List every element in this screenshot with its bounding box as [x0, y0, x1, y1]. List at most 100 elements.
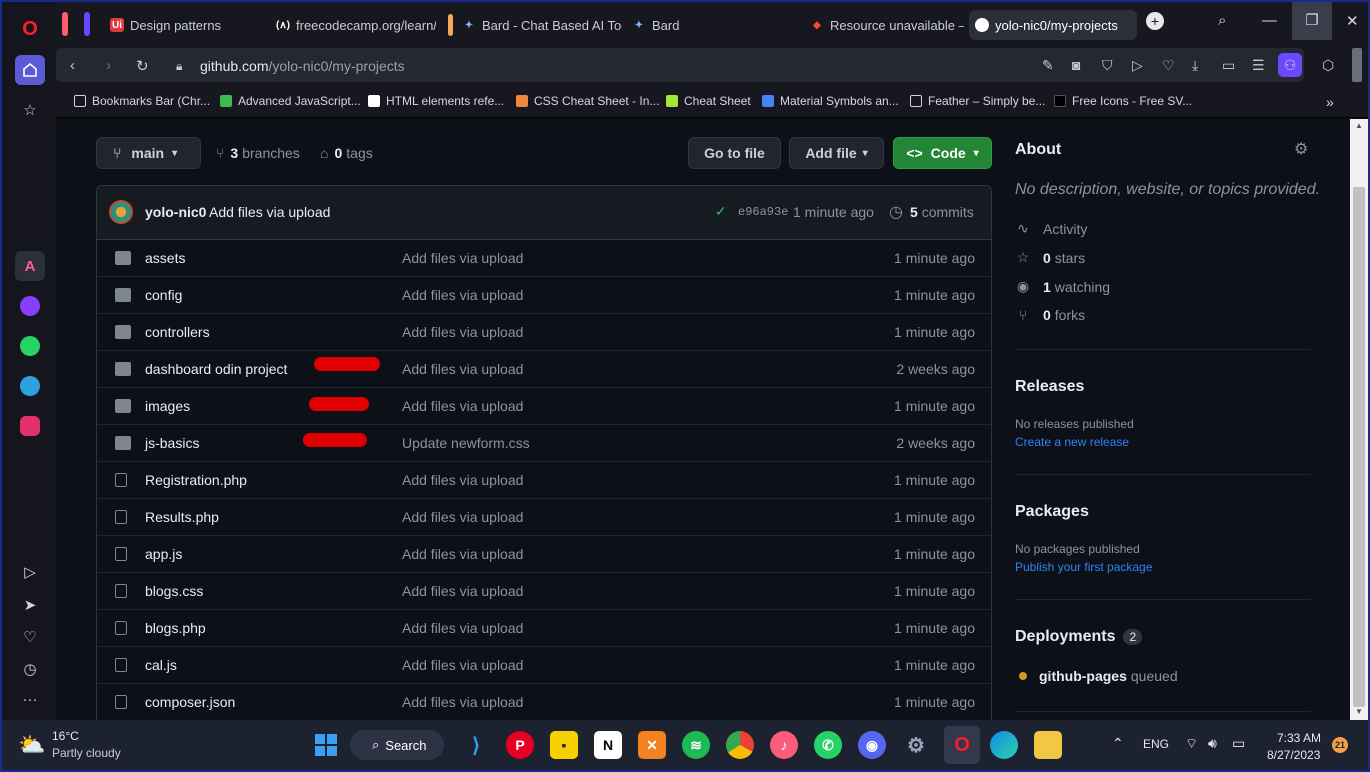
vscode-icon[interactable]: ⟩ [462, 731, 490, 759]
branch-select-button[interactable]: ⑂ main ▾ [96, 137, 201, 169]
avatar[interactable] [109, 200, 133, 224]
file-name-link[interactable]: dashboard odin project [145, 361, 287, 377]
back-icon[interactable]: ‹ [70, 57, 75, 74]
commit-message-link[interactable]: Add files via upload [402, 361, 523, 377]
table-row[interactable]: config Add files via upload 1 minute ago [97, 277, 991, 314]
branches-link[interactable]: ⑂ 3 branches [216, 145, 300, 161]
table-row[interactable]: controllers Add files via upload 1 minute … [97, 314, 991, 351]
chrome-icon[interactable] [726, 731, 754, 759]
volume-icon[interactable]: 🔊︎ [1208, 735, 1217, 752]
minimize-icon[interactable]: — [1262, 12, 1277, 29]
aria-ai-icon[interactable]: A [15, 251, 45, 281]
more-icon[interactable]: ··· [15, 684, 45, 714]
bookmark-material-symbols[interactable]: Material Symbols an... [762, 94, 899, 108]
heart-icon[interactable]: ♡ [15, 622, 45, 652]
messenger-icon[interactable] [15, 291, 45, 321]
page-scrollbar[interactable]: ▲ ▼ [1350, 119, 1368, 720]
whatsapp-icon[interactable]: ✆ [814, 731, 842, 759]
heart-icon[interactable]: ♡ [1162, 57, 1175, 74]
commit-message-link[interactable]: Add files via upload [402, 324, 523, 340]
send-icon[interactable]: ➤ [15, 590, 45, 620]
file-name-link[interactable]: js-basics [145, 435, 199, 451]
activity-link[interactable]: ∿ Activity [1015, 220, 1087, 237]
file-explorer-icon[interactable] [1034, 731, 1062, 759]
commits-link[interactable]: 5 commits [910, 204, 974, 220]
commit-message-link[interactable]: Add files via upload [402, 546, 523, 562]
new-tab-button[interactable]: + [1146, 12, 1164, 30]
sidebar-toggle[interactable] [1352, 48, 1362, 82]
close-icon[interactable]: ✕ [1346, 12, 1359, 30]
notification-badge[interactable]: 21 [1332, 737, 1348, 753]
wifi-icon[interactable]: ⌔ [1185, 735, 1198, 753]
profile-icon[interactable]: ⚇ [1278, 53, 1302, 77]
weather-text[interactable]: Partly cloudy [52, 746, 121, 760]
restore-icon[interactable]: ❐ [1292, 2, 1332, 40]
bookmark-html-elements[interactable]: HTML elements refe... [368, 94, 504, 108]
code-button[interactable]: <> Code ▾ [893, 137, 992, 169]
file-name-link[interactable]: images [145, 398, 190, 414]
shield-icon[interactable]: ⛉ [1102, 57, 1113, 74]
table-row[interactable]: cal.js Add files via upload 1 minute ago [97, 647, 991, 684]
commit-message-link[interactable]: Add files via upload [402, 657, 523, 673]
file-name-link[interactable]: controllers [145, 324, 210, 340]
telegram-icon[interactable] [15, 371, 45, 401]
pinterest-icon[interactable]: P [506, 731, 534, 759]
edge-icon[interactable] [990, 731, 1018, 759]
commit-message-link[interactable]: Add files via upload [402, 472, 523, 488]
extensions-icon[interactable]: ⬡ [1322, 57, 1334, 74]
file-name-link[interactable]: Registration.php [145, 472, 247, 488]
workspace-2-icon[interactable] [84, 12, 90, 36]
windows-start-icon[interactable] [312, 731, 340, 759]
table-row[interactable]: images Add files via upload 1 minute ago [97, 388, 991, 425]
forward-icon[interactable]: › [106, 57, 111, 74]
opera-taskbar-icon[interactable]: O [944, 726, 980, 764]
table-row[interactable]: dashboard odin project Add files via uplo… [97, 351, 991, 388]
reload-icon[interactable]: ↻ [136, 57, 149, 75]
sticky-notes-icon[interactable]: ▪ [550, 731, 578, 759]
bookmark-folder[interactable]: Bookmarks Bar (Chr... [74, 94, 210, 108]
packages-title[interactable]: Packages [1015, 503, 1089, 521]
gear-icon[interactable]: ⚙ [1294, 139, 1308, 159]
workspace-1-icon[interactable] [62, 12, 68, 36]
temperature[interactable]: 16°C [52, 729, 79, 743]
file-name-link[interactable]: composer.json [145, 694, 235, 710]
table-row[interactable]: blogs.css Add files via upload 1 minute ag… [97, 573, 991, 610]
tags-link[interactable]: ⌂ 0 tags [320, 145, 373, 161]
commit-message-link[interactable]: Add files via upload [402, 694, 523, 710]
commit-message[interactable]: Add files via upload [209, 204, 330, 220]
table-row[interactable]: Registration.php Add files via upload 1 mi… [97, 462, 991, 499]
watchers-link[interactable]: ◉ 1 watching [1015, 278, 1110, 295]
add-file-button[interactable]: Add file ▾ [789, 137, 884, 169]
taskbar-search[interactable]: ⌕ Search [350, 730, 444, 760]
deployment-item[interactable]: github-pages queued [1019, 668, 1178, 684]
battery-icon[interactable]: ▭ [1232, 735, 1245, 752]
opera-logo-icon[interactable]: O [15, 14, 45, 44]
file-name-link[interactable]: app.js [145, 546, 182, 562]
forks-link[interactable]: ⑂ 0 forks [1015, 307, 1085, 323]
publish-package-link[interactable]: Publish your first package [1015, 560, 1152, 574]
clock-time[interactable]: 7:33 AM [1277, 731, 1321, 745]
home-icon[interactable] [15, 55, 45, 85]
url-text[interactable]: github.com/yolo-nic0/my-projects [200, 58, 405, 74]
xampp-icon[interactable]: ✕ [638, 731, 666, 759]
deployments-header[interactable]: Deployments 2 [1015, 628, 1143, 646]
download-icon[interactable]: ⤓ [1192, 57, 1198, 74]
commit-message-link[interactable]: Add files via upload [402, 398, 523, 414]
bookmark-cheat-sheet[interactable]: Cheat Sheet [666, 94, 751, 108]
table-row[interactable]: composer.json Add files via upload 1 minut… [97, 684, 991, 720]
camera-icon[interactable]: ◙ [1072, 57, 1080, 73]
table-row[interactable]: assets Add files via upload 1 minute ago [97, 240, 991, 277]
bookmark-advanced-js[interactable]: Advanced JavaScript... [220, 94, 361, 108]
tab-freecodecamp[interactable]: (∧) freecodecamp.org/learn/j [270, 10, 436, 40]
itunes-icon[interactable]: ♪ [770, 731, 798, 759]
commit-message-link[interactable]: Update newform.css [402, 435, 530, 451]
search-tabs-icon[interactable]: ⌕ [1218, 12, 1226, 29]
discord-icon[interactable]: ◉ [858, 731, 886, 759]
tab-github-active[interactable]: yolo-nic0/my-projects [969, 10, 1137, 40]
address-bar[interactable]: ‹ › ↻ 🔒︎ github.com/yolo-nic0/my-project… [56, 48, 1304, 82]
spotify-icon[interactable]: ≋ [682, 731, 710, 759]
tray-chevron-up-icon[interactable]: ⌃ [1112, 735, 1124, 752]
check-icon[interactable]: ✓ [715, 203, 727, 220]
bookmark-feather[interactable]: Feather – Simply be... [910, 94, 1045, 108]
bookmark-free-icons[interactable]: Free Icons - Free SV... [1054, 94, 1192, 108]
